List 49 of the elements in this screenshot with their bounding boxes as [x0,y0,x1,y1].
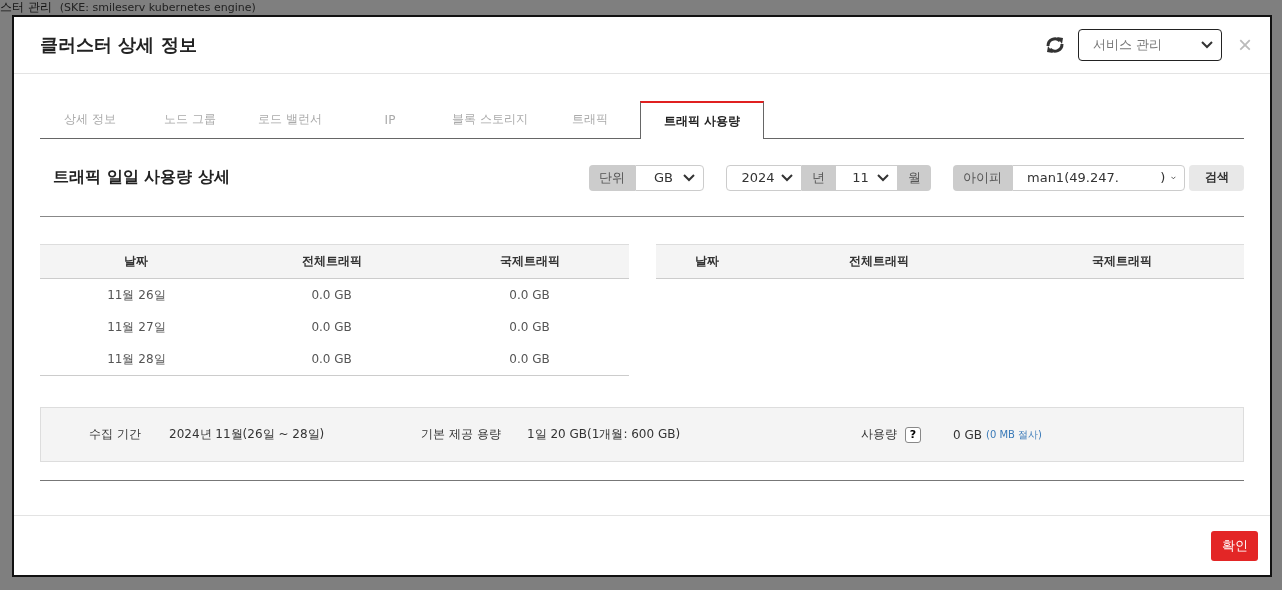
year-label: 년 [802,164,835,191]
ip-label: 아이피 [953,164,1012,191]
caret-icon [1201,41,1213,49]
column-header: 국제트래픽 [430,244,629,279]
dialog-title: 클러스터 상세 정보 [40,33,198,57]
page-subtitle: (SKE: smileserv kubernetes engine) [59,1,256,14]
table-cell-text: 0.0 GB [508,319,551,336]
table-cell: 11월 28일 [40,343,233,376]
confirm-button[interactable]: 확인 [1211,530,1258,561]
tab[interactable]: 로드 밸런서 [240,101,340,138]
summary-label: 수집 기간 [88,426,142,443]
column-header: 날짜 [655,244,758,279]
tab[interactable]: IP [340,101,440,138]
table-cell-text: 0.0 GB [310,319,353,336]
summary-note: (0 MB 절사) [986,427,1042,442]
tab[interactable]: 트래픽 사용량 [640,101,764,139]
table-cell: 0.0 GB [232,343,431,376]
service-dropdown[interactable]: 서비스 관리 [1078,29,1222,61]
caret-icon [781,173,793,182]
caret-icon [683,173,695,182]
tab[interactable]: 블록 스토리지 [440,101,540,138]
summary-value: 0 GB [953,427,982,442]
table-cell-text: 11월 27일 [106,318,167,336]
column-header: 날짜 [40,244,233,279]
summary-value: 1일 20 GB(1개월: 600 GB) [527,426,681,443]
refresh-icon[interactable] [1044,34,1066,56]
summary-label: 사용량 [861,426,897,443]
summary-label: 기본 제공 용량 [421,426,502,443]
section-title: 트래픽 일일 사용량 상세 [52,167,231,188]
month-label: 월 [898,164,931,191]
table-cell: 11월 26일 [40,278,233,311]
help-button[interactable]: ? [905,426,921,443]
tab[interactable]: 노드 그룹 [140,101,240,138]
summary-value: 2024년 11월(26일 ~ 28일) [169,426,325,443]
column-header: 전체트래픽 [232,244,431,279]
table-cell: 0.0 GB [430,278,629,311]
caret-icon [877,173,889,182]
ip-dropdown[interactable]: man1(49.247. ) [1012,164,1185,191]
column-header: 국제트래픽 [1000,244,1244,279]
table-cell: 0.0 GB [232,278,431,311]
search-button[interactable]: 검색 [1189,164,1244,191]
column-header: 전체트래픽 [757,244,1001,279]
tab[interactable]: 상세 정보 [40,101,140,138]
page-title: 스터 관리 [0,1,52,14]
month-dropdown[interactable]: 11 [835,164,898,191]
year-dropdown[interactable]: 2024 [726,164,802,191]
table-cell: 0.0 GB [430,343,629,376]
unit-label: 단위 [589,164,635,191]
unit-dropdown[interactable]: GB [635,164,704,191]
